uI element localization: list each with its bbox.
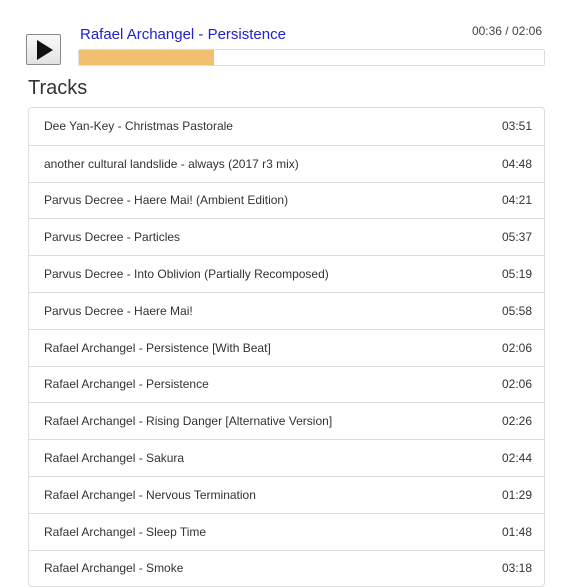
track-item[interactable]: Rafael Archangel - Sakura 02:44 [29,439,544,476]
track-item[interactable]: Parvus Decree - Haere Mai! 05:58 [29,291,544,329]
tracks-heading: Tracks [28,77,88,99]
now-playing-title[interactable]: Rafael Archangel - Persistence [80,26,286,43]
track-item[interactable]: Rafael Archangel - Persistence 02:06 [29,365,544,403]
track-name: Rafael Archangel - Sleep Time [44,524,207,539]
track-duration: 03:18 [501,561,532,576]
track-item[interactable]: Dee Yan-Key - Christmas Pastorale 03:51 [29,108,544,145]
track-duration: 05:58 [501,303,532,318]
track-name: Dee Yan-Key - Christmas Pastorale [44,119,233,134]
track-duration: 04:21 [501,193,532,208]
track-duration: 02:26 [501,414,532,429]
track-duration: 05:19 [501,267,532,282]
play-icon [36,39,53,60]
track-name: Rafael Archangel - Nervous Termination [44,487,256,502]
track-name: Rafael Archangel - Smoke [44,561,184,576]
track-item[interactable]: Rafael Archangel - Sleep Time 01:48 [29,512,544,550]
progress-bar[interactable] [78,49,545,66]
track-duration: 02:44 [501,451,532,466]
track-name: Parvus Decree - Haere Mai! (Ambient Edit… [44,193,289,208]
track-duration: 04:48 [501,156,532,171]
track-name: Parvus Decree - Haere Mai! [44,303,193,318]
track-item[interactable]: Rafael Archangel - Smoke 03:18 [29,549,544,587]
track-item[interactable]: Parvus Decree - Particles 05:37 [29,218,544,255]
track-name: Rafael Archangel - Rising Danger [Altern… [44,414,333,429]
track-list: Dee Yan-Key - Christmas Pastorale 03:51 an… [28,107,545,587]
track-duration: 02:06 [501,377,532,392]
track-item[interactable]: Rafael Archangel - Rising Danger [Altern… [29,402,544,439]
track-name: another cultural landslide - always (201… [44,156,299,171]
track-name: Rafael Archangel - Persistence [44,377,209,392]
play-button[interactable] [26,34,61,65]
track-item[interactable]: Rafael Archangel - Nervous Termination 01… [29,475,544,513]
track-name: Parvus Decree - Into Oblivion (Partially… [44,267,329,282]
track-duration: 02:06 [501,340,532,355]
track-item[interactable]: Parvus Decree - Into Oblivion (Partially… [29,255,544,292]
track-duration: 03:51 [501,119,532,134]
time-display: 00:36 / 02:06 [471,24,542,38]
progress-fill [79,50,214,65]
track-duration: 01:48 [501,524,532,539]
track-name: Parvus Decree - Particles [44,230,181,245]
track-item[interactable]: another cultural landslide - always (201… [29,144,544,182]
track-item[interactable]: Parvus Decree - Haere Mai! (Ambient Edit… [29,181,544,219]
track-item[interactable]: Rafael Archangel - Persistence [With Bea… [29,328,544,366]
track-name: Rafael Archangel - Persistence [With Bea… [44,340,271,355]
track-name: Rafael Archangel - Sakura [44,451,185,466]
track-duration: 01:29 [501,487,532,502]
audio-player: Rafael Archangel - Persistence 00:36 / 0… [0,0,573,72]
track-duration: 05:37 [501,230,532,245]
